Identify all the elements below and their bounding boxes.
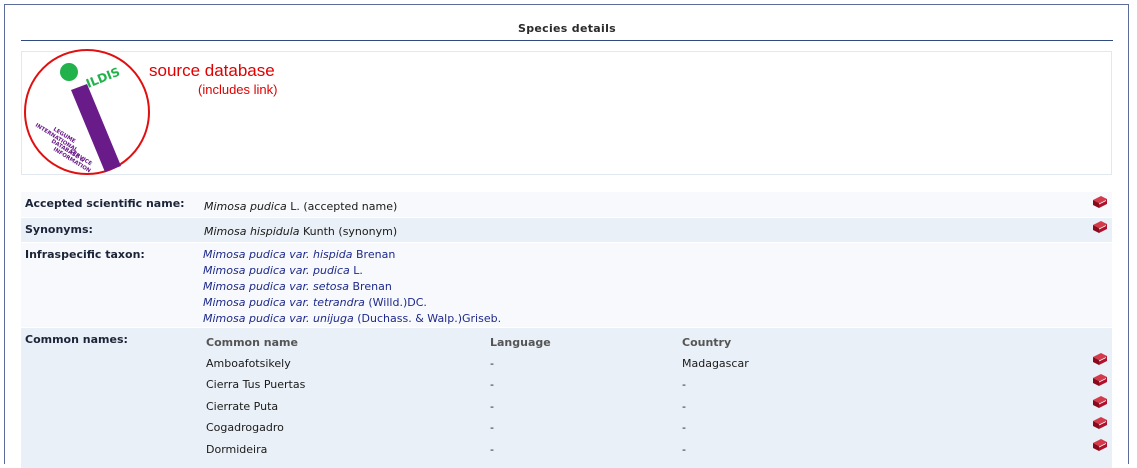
infraspecific-row: Infraspecific taxon: Mimosa pudica var. … [21, 242, 1112, 327]
book-icon[interactable] [1092, 221, 1108, 234]
country-cell: - [682, 400, 686, 413]
accepted-name-row: Accepted scientific name: Mimosa pudica … [21, 191, 1112, 217]
country-cell: - [682, 443, 686, 456]
language-cell: - [490, 443, 494, 456]
country-cell: Madagascar [682, 357, 749, 370]
common-name-cell: Cierrate Puta [206, 400, 279, 413]
details-table: Accepted scientific name: Mimosa pudica … [21, 191, 1112, 468]
book-icon[interactable] [1092, 396, 1108, 409]
synonym-value: Mimosa hispidula Kunth (synonym) [204, 225, 398, 238]
common-name-cell: Cierra Tus Puertas [206, 378, 306, 391]
ildis-logo[interactable]: ILDIS INTERNATIONAL LEGUME DATABASE & IN… [17, 42, 157, 182]
infraspecific-list: Mimosa pudica var. hispida Brenan Mimosa… [203, 247, 501, 327]
language-cell: - [490, 378, 494, 391]
accepted-name-value: Mimosa pudica L. (accepted name) [204, 200, 398, 213]
synonyms-label: Synonyms: [25, 223, 93, 236]
synonyms-row: Synonyms: Mimosa hispidula Kunth (synony… [21, 217, 1112, 242]
common-name-cell: Cogadrogadro [206, 421, 284, 434]
column-header-country: Country [682, 336, 732, 349]
common-name-cell: Amboafotsikely [206, 357, 291, 370]
infraspecific-label: Infraspecific taxon: [25, 248, 145, 261]
common-name-cell: Dormideira [206, 443, 268, 456]
book-icon[interactable] [1092, 439, 1108, 452]
common-names-row: Common names: Common name Language Count… [21, 327, 1112, 468]
column-header-common-name: Common name [206, 336, 298, 349]
book-icon[interactable] [1092, 417, 1108, 430]
language-cell: - [490, 421, 494, 434]
section-title: Species details [21, 20, 1113, 41]
source-box: ILDIS INTERNATIONAL LEGUME DATABASE & IN… [21, 49, 1112, 175]
country-cell: - [682, 421, 686, 434]
infraspecific-link[interactable]: Mimosa pudica var. tetrandra (Willd.)DC. [203, 295, 501, 311]
source-link-note: (includes link) [198, 82, 278, 97]
common-names-label: Common names: [25, 333, 128, 346]
language-cell: - [490, 400, 494, 413]
infraspecific-link[interactable]: Mimosa pudica var. unijuga (Duchass. & W… [203, 311, 501, 327]
book-icon[interactable] [1092, 196, 1108, 209]
book-icon[interactable] [1092, 353, 1108, 366]
accepted-name-label: Accepted scientific name: [25, 197, 185, 210]
country-cell: - [682, 378, 686, 391]
column-header-language: Language [490, 336, 551, 349]
language-cell: - [490, 357, 494, 370]
infraspecific-link[interactable]: Mimosa pudica var. setosa Brenan [203, 279, 501, 295]
book-icon[interactable] [1092, 374, 1108, 387]
infraspecific-link[interactable]: Mimosa pudica var. pudica L. [203, 263, 501, 279]
infraspecific-link[interactable]: Mimosa pudica var. hispida Brenan [203, 247, 501, 263]
source-database-label[interactable]: source database [149, 61, 275, 81]
species-details-panel: Species details ILDIS INTERNATIONAL LEGU… [4, 4, 1129, 468]
